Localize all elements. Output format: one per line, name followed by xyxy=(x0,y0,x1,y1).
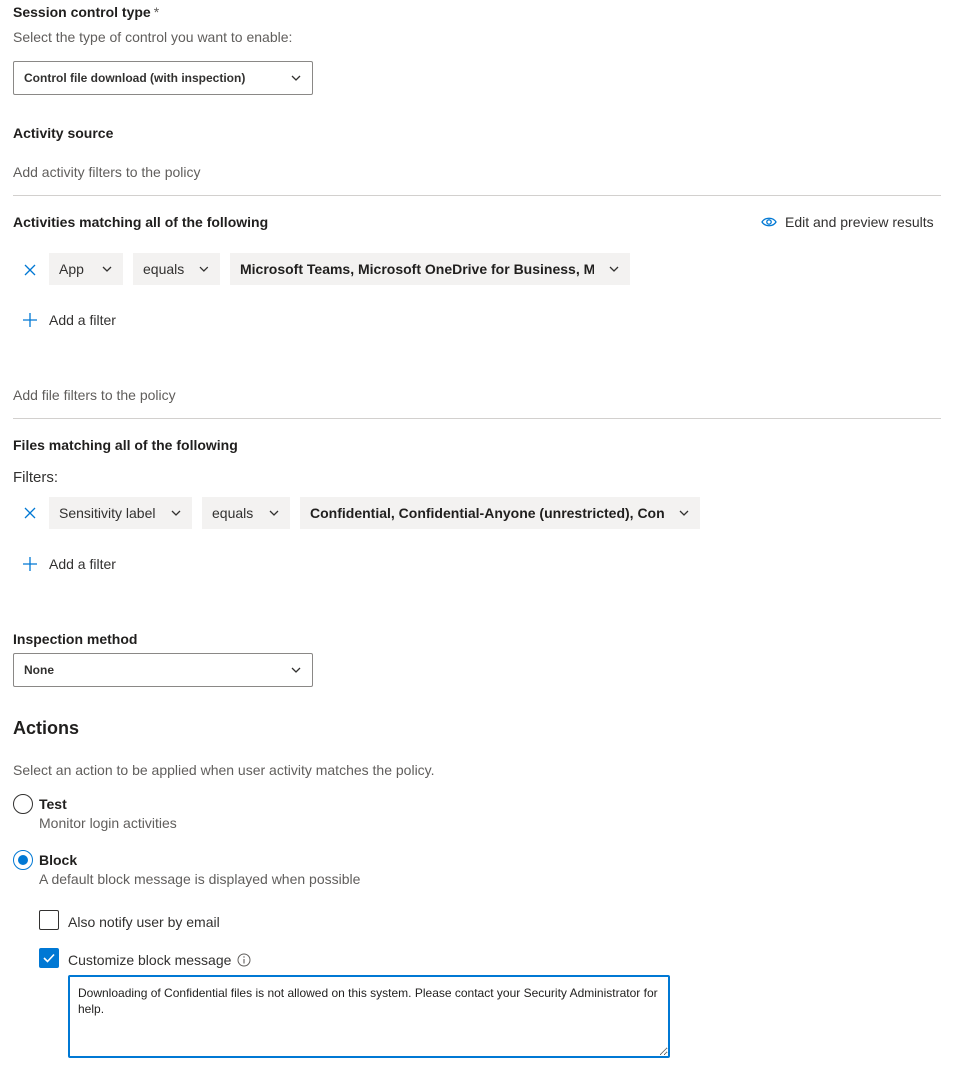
checkmark-icon xyxy=(43,953,55,963)
block-option-title: Block xyxy=(39,852,78,868)
radio-dot xyxy=(18,855,28,865)
chevron-down-icon xyxy=(291,667,301,673)
inspection-method-selected: None xyxy=(24,663,54,677)
remove-file-filter-button[interactable] xyxy=(22,505,38,521)
file-filters-description: Add file filters to the policy xyxy=(13,387,176,403)
edit-preview-results-text: Edit and preview results xyxy=(785,214,934,230)
activities-match-label: Activities matching all of the following xyxy=(13,214,269,230)
filter-value-text: Microsoft Teams, Microsoft OneDrive for … xyxy=(240,261,594,277)
test-option-description: Monitor login activities xyxy=(39,815,177,831)
close-icon xyxy=(24,264,36,276)
eye-icon xyxy=(761,217,777,227)
filter-field-text: App xyxy=(59,261,84,277)
test-option-title: Test xyxy=(39,796,67,812)
chevron-down-icon xyxy=(171,510,181,516)
customize-message-label: Customize block message xyxy=(68,952,232,968)
edit-preview-results-link[interactable]: Edit and preview results xyxy=(761,214,934,230)
block-radio[interactable] xyxy=(13,850,33,870)
files-match-label: Files matching all of the following xyxy=(13,437,238,453)
actions-description: Select an action to be applied when user… xyxy=(13,762,435,778)
file-filter-field-dropdown[interactable]: Sensitivity label xyxy=(49,497,192,529)
filter-value-dropdown[interactable]: Microsoft Teams, Microsoft OneDrive for … xyxy=(230,253,630,285)
chevron-down-icon xyxy=(609,266,619,272)
session-control-description: Select the type of control you want to e… xyxy=(13,29,293,45)
actions-heading: Actions xyxy=(13,718,80,738)
filters-label: Filters: xyxy=(13,469,58,486)
customize-message-label-row: Customize block message xyxy=(68,952,251,968)
file-filter-operator-dropdown[interactable]: equals xyxy=(202,497,290,529)
session-control-label: Session control type * xyxy=(13,4,159,20)
add-filter-text: Add a filter xyxy=(49,556,116,572)
session-control-selected: Control file download (with inspection) xyxy=(24,71,246,85)
activity-source-label: Activity source xyxy=(13,125,114,141)
session-control-dropdown[interactable]: Control file download (with inspection) xyxy=(13,61,313,95)
plus-icon xyxy=(23,557,37,571)
activity-filters-description: Add activity filters to the policy xyxy=(13,164,201,180)
filter-operator-text: equals xyxy=(143,261,185,277)
divider xyxy=(13,195,941,196)
add-file-filter-button[interactable]: Add a filter xyxy=(22,556,116,572)
session-control-label-text: Session control type xyxy=(13,4,151,20)
block-option-description: A default block message is displayed whe… xyxy=(39,871,361,887)
file-filter-value-dropdown[interactable]: Confidential, Confidential-Anyone (unres… xyxy=(300,497,700,529)
chevron-down-icon xyxy=(269,510,279,516)
add-filter-text: Add a filter xyxy=(49,312,116,328)
chevron-down-icon xyxy=(679,510,689,516)
block-message-textarea[interactable]: Downloading of Confidential files is not… xyxy=(68,975,670,1058)
info-icon[interactable] xyxy=(237,953,251,967)
inspection-method-label: Inspection method xyxy=(13,631,138,647)
test-radio[interactable] xyxy=(13,794,33,814)
filter-field-dropdown[interactable]: App xyxy=(49,253,123,285)
chevron-down-icon xyxy=(199,266,209,272)
notify-email-label: Also notify user by email xyxy=(68,914,220,930)
required-mark: * xyxy=(153,4,160,20)
remove-filter-button[interactable] xyxy=(22,262,38,278)
file-filter-value-text: Confidential, Confidential-Anyone (unres… xyxy=(310,505,664,521)
inspection-method-dropdown[interactable]: None xyxy=(13,653,313,687)
divider xyxy=(13,418,941,419)
file-filter-field-text: Sensitivity label xyxy=(59,505,156,521)
chevron-down-icon xyxy=(102,266,112,272)
close-icon xyxy=(24,507,36,519)
plus-icon xyxy=(23,313,37,327)
customize-message-checkbox[interactable] xyxy=(39,948,59,968)
file-filter-operator-text: equals xyxy=(212,505,254,521)
filter-operator-dropdown[interactable]: equals xyxy=(133,253,220,285)
notify-email-checkbox[interactable] xyxy=(39,910,59,930)
chevron-down-icon xyxy=(291,75,301,81)
add-activity-filter-button[interactable]: Add a filter xyxy=(22,312,116,328)
